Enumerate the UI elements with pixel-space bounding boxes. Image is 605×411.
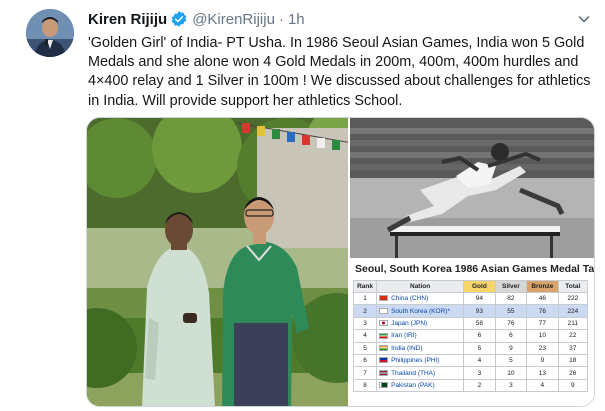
nation-link: Thailand (THA) bbox=[391, 369, 436, 377]
japan-flag-icon bbox=[379, 320, 389, 327]
author-name[interactable]: Kiren Rijiju bbox=[88, 11, 167, 28]
medal-table: Rank Nation Gold Silver Bronze Total 1 C… bbox=[352, 280, 589, 393]
cell-gold: 2 bbox=[463, 378, 496, 393]
table-row: 6 Philippines (PHI) 4 5 9 18 bbox=[352, 353, 589, 368]
table-row: 1 China (CHN) 94 82 46 222 bbox=[352, 291, 589, 306]
avatar[interactable] bbox=[26, 9, 74, 57]
cell-rank: 2 bbox=[352, 304, 378, 318]
cell-bronze: 4 bbox=[526, 378, 559, 393]
cell-gold: 58 bbox=[463, 316, 496, 331]
cell-rank: 6 bbox=[352, 353, 378, 368]
cell-silver: 6 bbox=[494, 329, 528, 343]
nation-link: Pakistan (PAK) bbox=[391, 381, 435, 389]
pakistan-flag-icon bbox=[379, 382, 389, 389]
nation-link: Japan (JPN) bbox=[391, 319, 428, 327]
cell-bronze: 77 bbox=[526, 316, 559, 331]
header-silver: Silver bbox=[494, 280, 528, 293]
china-flag-icon bbox=[379, 295, 389, 302]
tweet-timestamp[interactable]: 1h bbox=[288, 11, 305, 28]
header-gold: Gold bbox=[463, 280, 496, 293]
cell-bronze: 23 bbox=[526, 341, 559, 355]
cell-total: 222 bbox=[557, 291, 589, 306]
medal-table-header-row: Rank Nation Gold Silver Bronze Total bbox=[352, 280, 589, 293]
nation-link: China (CHN) bbox=[391, 295, 429, 303]
table-row: 2 South Korea (KOR)* 93 55 76 224 bbox=[352, 304, 589, 318]
thailand-flag-icon bbox=[379, 369, 389, 376]
cell-silver: 76 bbox=[494, 316, 528, 331]
cell-silver: 10 bbox=[494, 366, 528, 380]
iran-flag-icon bbox=[379, 332, 389, 339]
tweet-header: Kiren Rijiju @KirenRijiju · 1h bbox=[88, 9, 305, 29]
india-flag-icon bbox=[379, 345, 389, 352]
header-total: Total bbox=[557, 280, 589, 293]
author-handle[interactable]: @KirenRijiju bbox=[192, 11, 275, 28]
verified-badge-icon bbox=[170, 10, 188, 28]
photo-meeting[interactable] bbox=[87, 118, 350, 406]
cell-bronze: 10 bbox=[526, 329, 559, 343]
cell-rank: 8 bbox=[352, 378, 378, 393]
header-rank: Rank bbox=[352, 280, 378, 293]
nation-link: Iran (IRI) bbox=[391, 332, 417, 340]
cell-bronze: 46 bbox=[526, 291, 559, 306]
cell-rank: 5 bbox=[352, 341, 378, 355]
separator-dot: · bbox=[278, 10, 284, 28]
medal-table-title: Seoul, South Korea 1986 Asian Games Meda… bbox=[355, 263, 595, 275]
tweet-text: 'Golden Girl' of India- PT Usha. In 1986… bbox=[88, 35, 591, 109]
avatar-image bbox=[26, 9, 74, 57]
nation-link: Philippines (PHI) bbox=[391, 357, 440, 365]
cell-total: 9 bbox=[557, 378, 589, 393]
cell-silver: 5 bbox=[494, 353, 528, 368]
cell-gold: 93 bbox=[463, 304, 496, 318]
cell-bronze: 76 bbox=[526, 304, 559, 318]
cell-total: 224 bbox=[557, 304, 589, 318]
cell-silver: 82 bbox=[494, 291, 528, 306]
tweet[interactable]: Kiren Rijiju @KirenRijiju · 1h 'Golden G… bbox=[0, 0, 605, 411]
table-row: 8 Pakistan (PAK) 2 3 4 9 bbox=[352, 378, 589, 393]
cell-total: 18 bbox=[557, 353, 589, 368]
table-row: 3 Japan (JPN) 58 76 77 211 bbox=[352, 316, 589, 331]
nation-link: South Korea (KOR)* bbox=[391, 307, 450, 315]
medal-table-image: Seoul, South Korea 1986 Asian Games Meda… bbox=[350, 258, 595, 406]
cell-bronze: 9 bbox=[526, 353, 559, 368]
cell-rank: 3 bbox=[352, 316, 378, 331]
cell-gold: 94 bbox=[463, 291, 496, 306]
cell-gold: 3 bbox=[463, 366, 496, 380]
table-row: 5 India (IND) 5 9 23 37 bbox=[352, 341, 589, 355]
chevron-down-icon[interactable] bbox=[576, 11, 592, 27]
nation-link: India (IND) bbox=[391, 344, 423, 352]
cell-silver: 9 bbox=[494, 341, 528, 355]
media-right-column: Seoul, South Korea 1986 Asian Games Meda… bbox=[350, 118, 595, 406]
cell-rank: 7 bbox=[352, 366, 378, 380]
cell-silver: 3 bbox=[494, 378, 528, 393]
cell-gold: 5 bbox=[463, 341, 496, 355]
cell-gold: 6 bbox=[463, 329, 496, 343]
cell-rank: 1 bbox=[352, 291, 378, 306]
header-nation: Nation bbox=[376, 280, 465, 293]
tweet-media[interactable]: Seoul, South Korea 1986 Asian Games Meda… bbox=[86, 117, 595, 407]
cell-gold: 4 bbox=[463, 353, 496, 368]
philippines-flag-icon bbox=[379, 357, 389, 364]
photo-hurdles[interactable] bbox=[350, 118, 594, 258]
cell-total: 211 bbox=[557, 316, 589, 331]
cell-silver: 55 bbox=[494, 304, 528, 318]
hurdles-photo-image bbox=[350, 118, 594, 258]
meeting-photo-image bbox=[87, 118, 348, 406]
cell-total: 22 bbox=[557, 329, 589, 343]
header-bronze: Bronze bbox=[526, 280, 559, 293]
cell-rank: 4 bbox=[352, 329, 378, 343]
table-row: 7 Thailand (THA) 3 10 13 26 bbox=[352, 366, 589, 380]
cell-total: 37 bbox=[557, 341, 589, 355]
cell-total: 26 bbox=[557, 366, 589, 380]
south-korea-flag-icon bbox=[379, 307, 389, 314]
table-row: 4 Iran (IRI) 6 6 10 22 bbox=[352, 329, 589, 343]
cell-bronze: 13 bbox=[526, 366, 559, 380]
